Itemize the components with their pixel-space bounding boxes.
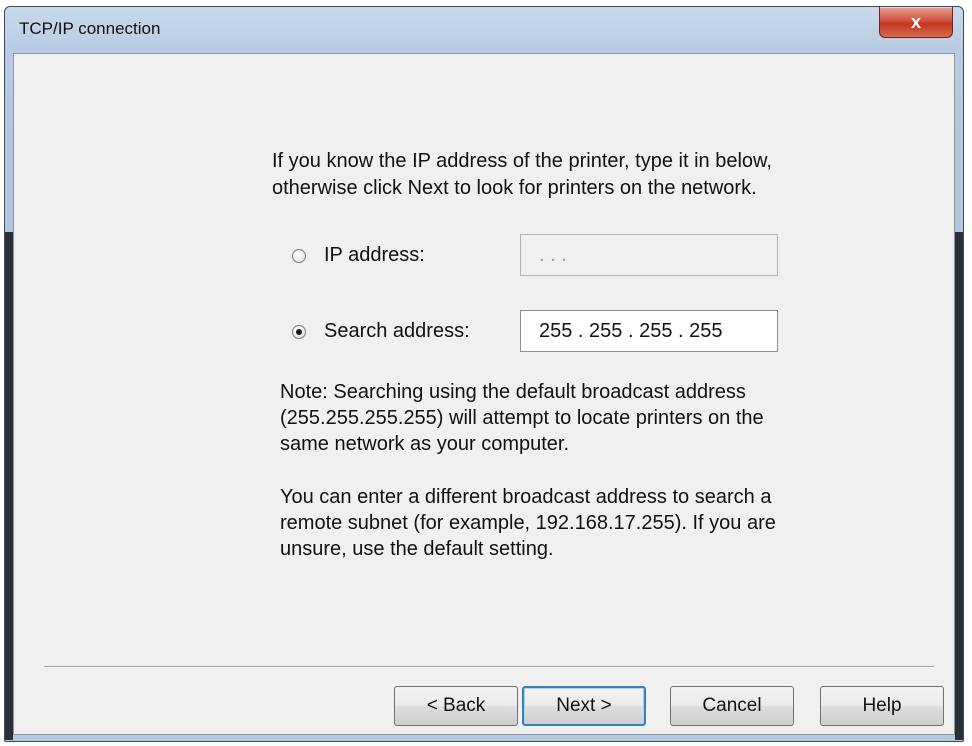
intro-line-2: otherwise click Next to look for printer… (272, 177, 757, 199)
search-address-radio[interactable] (292, 324, 306, 339)
cancel-button[interactable]: Cancel (670, 686, 794, 726)
window-border-right (955, 232, 963, 740)
back-button[interactable]: < Back (394, 686, 518, 726)
note2-line: remote subnet (for example, 192.168.17.2… (280, 512, 776, 534)
close-button[interactable]: x (879, 7, 953, 38)
close-icon: x (910, 11, 921, 32)
note-remote-subnet: You can enter a different broadcast addr… (280, 484, 880, 562)
note1-line: (255.255.255.255) will attempt to locate… (280, 407, 764, 429)
intro-line-1: If you know the IP address of the printe… (272, 150, 772, 172)
note1-line: same network as your computer. (280, 433, 570, 455)
note-default-broadcast: Note: Searching using the default broadc… (280, 379, 880, 457)
window-border-left (5, 232, 13, 740)
ip-address-option[interactable]: IP address: (292, 244, 425, 267)
dialog-window: TCP/IP connection x If you know the IP a… (4, 6, 964, 742)
search-address-field[interactable]: 255 . 255 . 255 . 255 (520, 310, 778, 352)
help-button[interactable]: Help (820, 686, 944, 726)
dialog-body: If you know the IP address of the printe… (13, 53, 955, 735)
ip-address-value: . . . (539, 243, 567, 266)
next-button[interactable]: Next > (522, 686, 646, 726)
intro-text: If you know the IP address of the printe… (272, 148, 892, 202)
search-address-value: 255 . 255 . 255 . 255 (539, 319, 723, 342)
button-separator (44, 666, 934, 668)
title-bar[interactable]: TCP/IP connection x (5, 7, 963, 53)
search-address-label: Search address: (324, 320, 470, 342)
search-address-option[interactable]: Search address: (292, 320, 470, 343)
note2-line: unsure, use the default setting. (280, 538, 554, 560)
note1-line: Note: Searching using the default broadc… (280, 381, 746, 403)
ip-address-field[interactable]: . . . (520, 234, 778, 276)
note2-line: You can enter a different broadcast addr… (280, 486, 772, 508)
ip-address-label: IP address: (324, 244, 425, 266)
window-title: TCP/IP connection (19, 19, 161, 38)
ip-address-radio[interactable] (292, 248, 306, 263)
